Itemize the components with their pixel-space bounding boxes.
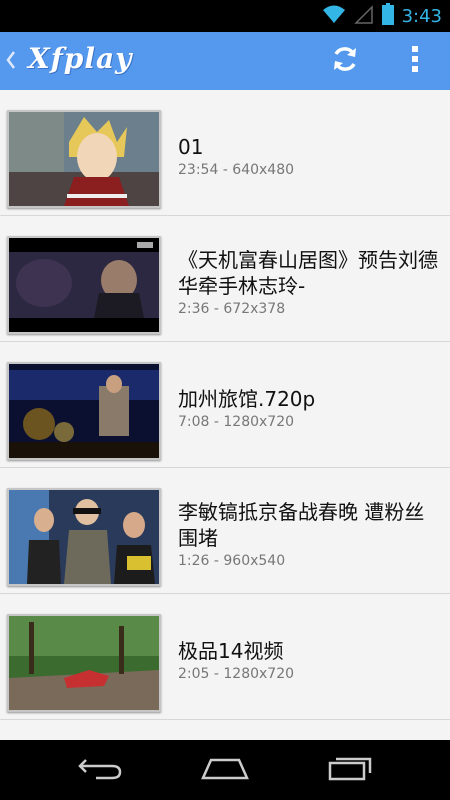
video-item[interactable]: 01 23:54 - 640x480 bbox=[0, 90, 450, 216]
video-title: 01 bbox=[178, 135, 204, 159]
video-thumbnail bbox=[7, 236, 161, 334]
video-title: 加州旅馆.720p bbox=[178, 387, 316, 411]
video-item[interactable]: 极品14视频 2:05 - 1280x720 bbox=[0, 594, 450, 720]
home-button[interactable] bbox=[190, 750, 260, 790]
video-info: 01 23:54 - 640x480 bbox=[178, 90, 440, 216]
app-bar: Xfplay bbox=[0, 32, 450, 90]
overflow-menu-icon bbox=[411, 45, 419, 77]
signal-icon bbox=[353, 4, 374, 28]
video-meta: 2:05 - 1280x720 bbox=[178, 666, 295, 682]
video-info: 加州旅馆.720p 7:08 - 1280x720 bbox=[178, 342, 440, 468]
up-chevron-icon[interactable] bbox=[6, 50, 16, 74]
app-logo[interactable]: Xfplay bbox=[28, 42, 132, 75]
video-meta: 7:08 - 1280x720 bbox=[178, 414, 295, 430]
video-info: 《天机富春山居图》预告刘德华牵手林志玲- 2:36 - 672x378 bbox=[178, 216, 440, 342]
overflow-menu-button[interactable] bbox=[400, 44, 430, 78]
clock: 3:43 bbox=[401, 5, 442, 27]
video-thumbnail bbox=[7, 362, 161, 460]
status-bar: 3:43 bbox=[0, 0, 450, 32]
system-nav-bar bbox=[0, 740, 450, 800]
status-icons: 3:43 bbox=[322, 0, 442, 32]
video-thumbnail bbox=[7, 110, 161, 208]
video-meta: 2:36 - 672x378 bbox=[178, 301, 286, 317]
video-item[interactable]: 李敏镐抵京备战春晚 遭粉丝围堵 1:26 - 960x540 bbox=[0, 468, 450, 594]
video-title: 极品14视频 bbox=[178, 639, 284, 663]
back-icon bbox=[78, 756, 122, 784]
battery-icon bbox=[381, 3, 394, 29]
wifi-icon bbox=[322, 4, 346, 28]
video-meta: 23:54 - 640x480 bbox=[178, 162, 295, 178]
video-item[interactable]: 《天机富春山居图》预告刘德华牵手林志玲- 2:36 - 672x378 bbox=[0, 216, 450, 342]
recent-apps-icon bbox=[328, 755, 372, 785]
refresh-button[interactable] bbox=[326, 44, 364, 78]
video-item[interactable]: 加州旅馆.720p 7:08 - 1280x720 bbox=[0, 342, 450, 468]
video-info: 李敏镐抵京备战春晚 遭粉丝围堵 1:26 - 960x540 bbox=[178, 468, 440, 594]
video-title: 《天机富春山居图》预告刘德华牵手林志玲- bbox=[178, 248, 438, 298]
refresh-icon bbox=[329, 43, 361, 79]
recent-apps-button[interactable] bbox=[315, 750, 385, 790]
video-title: 李敏镐抵京备战春晚 遭粉丝围堵 bbox=[178, 500, 425, 550]
video-thumbnail bbox=[7, 488, 161, 586]
video-meta: 1:26 - 960x540 bbox=[178, 553, 286, 569]
video-list: 01 23:54 - 640x480 《天机富春山居图》预告刘德华牵手林志玲- … bbox=[0, 90, 450, 740]
back-button[interactable] bbox=[65, 750, 135, 790]
video-thumbnail bbox=[7, 614, 161, 712]
home-icon bbox=[201, 756, 249, 784]
video-info: 极品14视频 2:05 - 1280x720 bbox=[178, 594, 440, 720]
